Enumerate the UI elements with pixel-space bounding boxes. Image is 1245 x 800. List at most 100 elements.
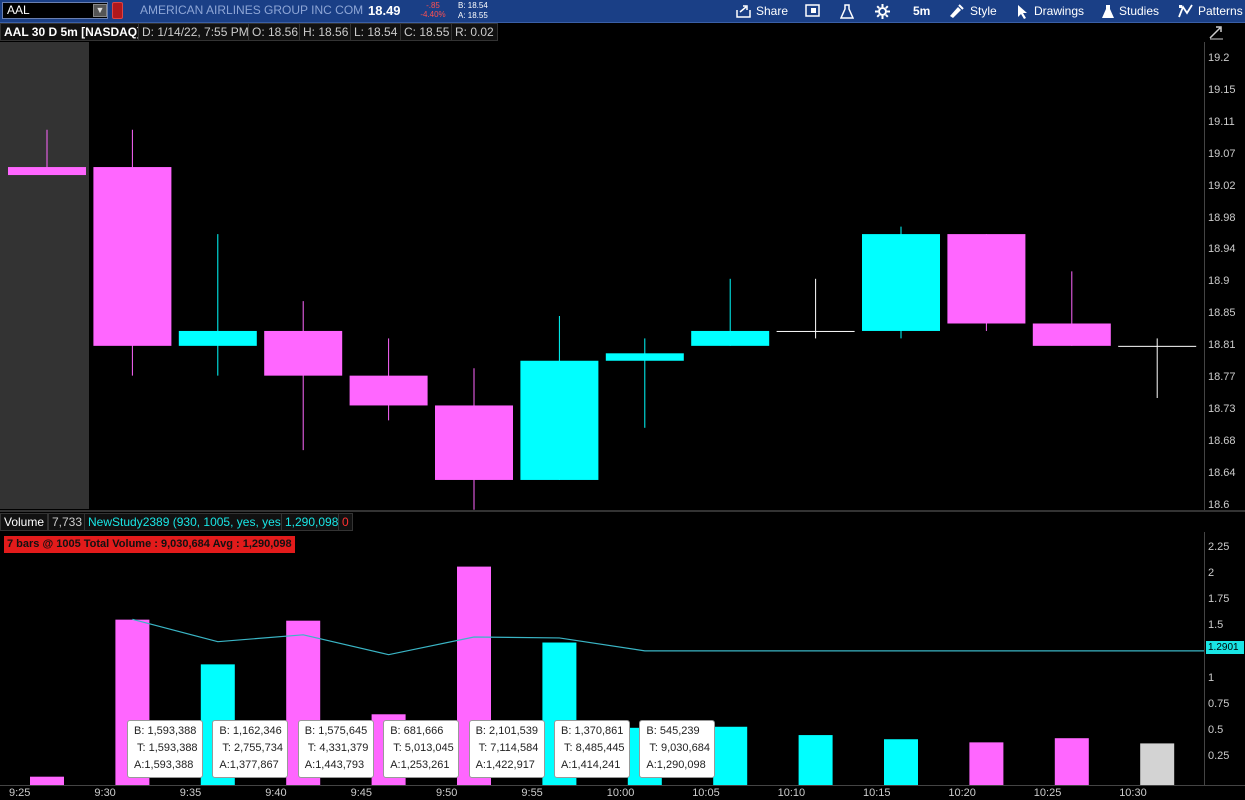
volume-axis-label: 1.75 <box>1208 593 1230 606</box>
candle-body[interactable] <box>605 353 684 361</box>
tooltip-line: B: 1,370,861 <box>561 725 624 737</box>
volume-label: Volume <box>0 513 49 531</box>
price-axis-label: 18.77 <box>1208 371 1236 383</box>
timeframe-button[interactable]: 5m <box>913 2 930 20</box>
candle-body[interactable] <box>862 234 940 331</box>
percent-change-value: -4.40% <box>420 10 446 19</box>
symbol-box: ▼ <box>2 2 108 19</box>
volume-tooltip: B: 681,666 T: 5,013,045 A:1,253,261 <box>383 720 460 778</box>
volume-tooltip: B: 1,575,645 T: 4,331,379 A:1,443,793 <box>297 720 374 778</box>
price-axis-label: 18.9 <box>1208 275 1230 288</box>
time-axis-label: 10:20 <box>948 787 976 799</box>
volume-axis-label: 2 <box>1208 567 1215 580</box>
volume-tooltip: B: 1,593,388 T: 1,593,388 A:1,593,388 <box>127 720 203 778</box>
volume-bar[interactable] <box>1054 738 1089 785</box>
time-axis-label: 9:25 <box>9 787 31 799</box>
price-axis-label: 19.07 <box>1208 147 1236 160</box>
time-axis-label: 9:35 <box>179 787 202 799</box>
tooltip-line: B: 1,575,645 <box>304 725 368 737</box>
patterns-button[interactable]: Patterns <box>1178 2 1243 20</box>
studies-button[interactable]: Studies <box>1101 2 1159 20</box>
tooltip-line: A:1,377,867 <box>219 759 279 771</box>
price-axis-label: 18.6 <box>1208 498 1230 511</box>
volume-axis-label: 0.75 <box>1208 697 1230 710</box>
candle-body[interactable] <box>264 330 343 376</box>
tooltip-line: T: 2,755,734 <box>222 742 283 754</box>
candle-body[interactable] <box>776 330 855 332</box>
volume-tooltip: B: 1,370,861 T: 8,485,445 A:1,414,241 <box>554 720 630 778</box>
share-button[interactable]: Share <box>736 2 788 20</box>
symbol-input[interactable] <box>7 3 87 18</box>
candle-body[interactable] <box>1118 345 1197 347</box>
volume-bar[interactable] <box>884 739 918 785</box>
time-axis-label: 9:45 <box>350 787 373 799</box>
tooltip-line: A:1,290,098 <box>646 759 706 771</box>
ask-value: A: 18.55 <box>458 11 488 20</box>
chart-title: AAL 30 D 5m [NASDAQ] <box>0 23 146 41</box>
flask-icon <box>840 3 854 19</box>
tooltip-line: A:1,253,261 <box>390 759 450 771</box>
tooltip-line: T: 1,593,388 <box>137 742 198 754</box>
style-icon <box>950 4 964 18</box>
company-name: AMERICAN AIRLINES GROUP INC COM <box>140 3 364 17</box>
symbol-dropdown-button[interactable]: ▼ <box>93 4 107 17</box>
style-button[interactable]: Style <box>948 2 997 20</box>
chart-settings-button[interactable] <box>805 2 821 20</box>
candle-body[interactable] <box>947 234 1026 324</box>
study-label: NewStudy2389 (930, 1005, yes, yes) <box>84 513 289 531</box>
bar-low: L: 18.54 <box>350 23 402 41</box>
tooltip-line: B: 1,593,388 <box>134 725 197 737</box>
volume-bar[interactable] <box>798 735 833 785</box>
tooltip-line: B: 681,666 <box>390 725 444 737</box>
price-axis-label: 18.73 <box>1208 402 1236 415</box>
candle-body[interactable] <box>8 167 86 176</box>
pane-separator[interactable] <box>0 510 1245 512</box>
timeframe-label: 5m <box>913 4 931 18</box>
cursor-icon <box>1018 4 1027 19</box>
candle-body[interactable] <box>435 405 513 480</box>
time-axis-label: 10:25 <box>1033 787 1062 799</box>
bid-ask: B: 18.54 A: 18.55 <box>458 1 488 21</box>
volume-bar[interactable] <box>1140 743 1175 785</box>
time-axis-label: 9:40 <box>265 787 287 799</box>
volume-bar[interactable] <box>713 726 748 785</box>
studies-label: Studies <box>1119 4 1160 18</box>
time-axis-label: 10:15 <box>863 787 891 799</box>
settings-button[interactable] <box>875 2 890 20</box>
candle-body[interactable] <box>1032 323 1111 346</box>
volume-axis-label: 1 <box>1208 671 1215 684</box>
price-axis-label: 19.02 <box>1208 179 1236 192</box>
volume-bar[interactable] <box>30 776 64 785</box>
tooltip-line: B: 545,239 <box>646 725 700 737</box>
bar-date: D: 1/14/22, 7:55 PM <box>138 23 253 41</box>
volume-axis-label: 0.25 <box>1208 749 1230 762</box>
price-chart[interactable] <box>0 42 1204 512</box>
candle-body[interactable] <box>349 375 428 406</box>
candle-body[interactable] <box>691 330 770 346</box>
style-label: Style <box>970 4 997 18</box>
flask-button[interactable] <box>840 2 854 20</box>
tooltip-line: T: 8,485,445 <box>564 742 625 754</box>
candle-body[interactable] <box>178 330 257 346</box>
price-axis-label: 19.15 <box>1208 83 1236 96</box>
volume-axis-label: 1.5 <box>1208 619 1224 632</box>
net-change-value: -.85 <box>426 1 440 10</box>
drawings-button[interactable]: Drawings <box>1016 2 1084 20</box>
chart-window-icon <box>805 4 820 17</box>
bar-open: O: 18.56 <box>248 23 303 41</box>
candle-body[interactable] <box>520 360 599 480</box>
volume-axis-label: 2.25 <box>1208 541 1230 553</box>
price-axis-label: 18.94 <box>1208 243 1236 256</box>
patterns-icon <box>1178 4 1193 18</box>
price-axis-label: 18.85 <box>1208 307 1236 320</box>
volume-bar[interactable] <box>969 742 1004 785</box>
tooltip-line: T: 5,013,045 <box>393 742 454 754</box>
candle-body[interactable] <box>93 167 172 346</box>
alert-icon[interactable] <box>112 2 123 19</box>
time-axis-label: 10:05 <box>692 787 720 799</box>
time-axis-label: 9:30 <box>94 787 116 799</box>
bar-high: H: 18.56 <box>299 23 353 41</box>
average-value-tag: 1.2901 <box>1206 641 1244 654</box>
study-zero-value: 0 <box>338 513 353 531</box>
price-axis-label: 18.64 <box>1208 466 1236 479</box>
